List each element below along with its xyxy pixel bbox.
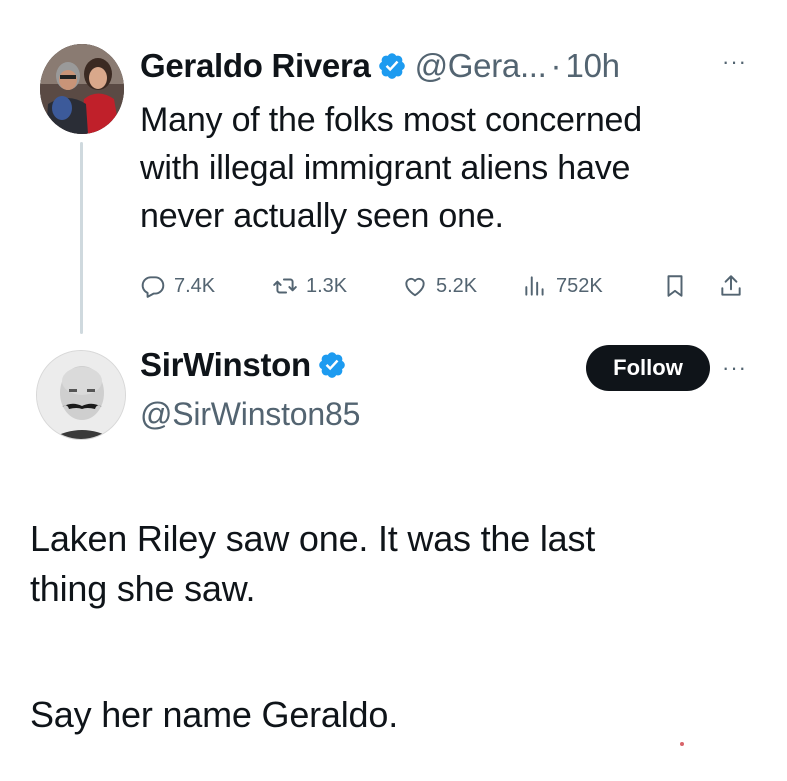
verified-badge-icon [319,352,345,378]
parent-tweet-text: Many of the folks most concerned with il… [140,96,760,240]
reply-display-name[interactable]: SirWinston [140,346,311,384]
repost-button[interactable]: 1.3K [272,268,347,304]
parent-handle[interactable]: @Gera... [415,47,547,85]
parent-tweet-line: with illegal immigrant aliens have [140,149,631,187]
reply-button[interactable]: 7.4K [140,268,215,304]
share-button[interactable] [718,268,744,304]
reply-paragraph-1: Laken Riley saw one. It was the last thi… [30,514,750,614]
avatar-photo [40,44,124,134]
reply-paragraph-2: Say her name Geraldo. [30,694,398,735]
follow-button[interactable]: Follow [586,345,710,391]
parent-action-bar: 7.4K 1.3K 5.2K 752K [140,268,760,304]
like-icon [405,277,425,297]
views-button[interactable]: 752K [522,268,603,304]
parent-timestamp[interactable]: 10h [566,47,620,85]
like-count: 5.2K [436,274,478,297]
repost-icon [273,278,297,294]
parent-tweet-header: Geraldo Rivera @Gera... · 10h [140,44,620,88]
avatar-sirwinston[interactable] [36,350,126,440]
repost-count: 1.3K [306,274,348,297]
header-separator: · [550,47,562,84]
reply-handle[interactable]: @SirWinston85 [140,396,360,433]
parent-tweet-line: Many of the folks most concerned [140,101,642,139]
bookmark-button[interactable] [662,268,688,304]
reply-more-menu-icon[interactable]: ··· [722,357,747,379]
reply-text-line: thing she saw. [30,568,256,609]
parent-tweet-line: never actually seen one. [140,197,504,235]
reply-tweet-header: SirWinston [140,346,347,384]
avatar-photo [37,351,125,439]
views-count: 752K [556,274,603,297]
bookmark-icon [667,275,683,297]
avatar-geraldo-rivera[interactable] [40,44,124,134]
parent-display-name[interactable]: Geraldo Rivera [140,47,371,85]
views-icon [525,276,544,296]
parent-more-menu-icon[interactable]: ··· [722,51,747,73]
like-button[interactable]: 5.2K [402,268,477,304]
reply-icon [141,276,165,298]
stray-mark [680,742,684,746]
tweet-screenshot: Geraldo Rivera @Gera... · 10h ··· Many o… [0,0,787,781]
reply-count: 7.4K [174,274,216,297]
thread-connector-line [80,142,83,334]
reply-text-line: Laken Riley saw one. It was the last [30,518,596,559]
verified-badge-icon [378,53,405,79]
share-icon [721,275,741,296]
